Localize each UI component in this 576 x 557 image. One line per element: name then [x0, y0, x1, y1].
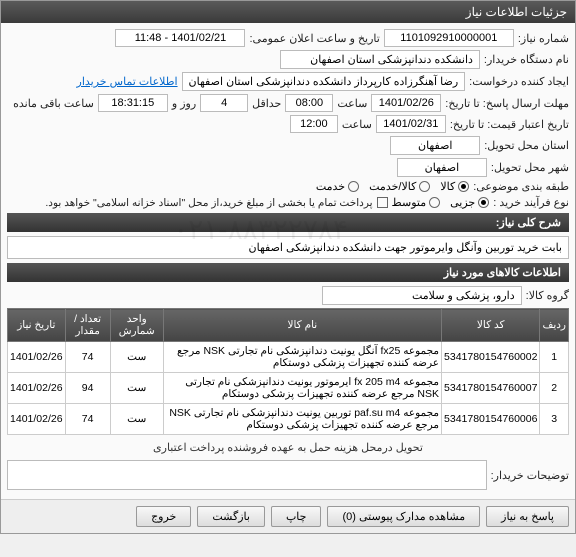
- city-value: اصفهان: [397, 158, 487, 177]
- cell-name: مجموعه fx25 آنگل یونیت دندانپزشکی نام تج…: [163, 342, 441, 373]
- time-label-2: ساعت: [342, 118, 372, 131]
- content-area: شماره نیاز: 1101092910000001 تاریخ و ساع…: [1, 23, 575, 499]
- cell-date: 1401/02/26: [8, 404, 66, 435]
- radio-icon: [429, 197, 440, 208]
- group-value: دارو، پزشکی و سلامت: [322, 286, 522, 305]
- cell-qty: 74: [65, 342, 110, 373]
- proc-radio-group: جزیی متوسط: [392, 196, 490, 209]
- deadline-label: مهلت ارسال پاسخ: تا تاریخ:: [445, 97, 569, 110]
- ann-dt-value: 1401/02/21 - 11:48: [115, 29, 245, 47]
- cell-unit: ست: [110, 342, 163, 373]
- deadline-days-label: حداقل: [252, 97, 281, 110]
- deadline-days: 4: [200, 94, 248, 112]
- window-title: جزئیات اطلاعات نیاز: [1, 1, 575, 23]
- th-qty: تعداد / مقدار: [65, 309, 110, 342]
- th-index: ردیف: [540, 309, 569, 342]
- table-row[interactable]: 25341780154760007مجموعه fx 205 m4 ایرموت…: [8, 373, 569, 404]
- cell-index: 2: [540, 373, 569, 404]
- dialog-window: جزئیات اطلاعات نیاز شماره نیاز: 11010929…: [0, 0, 576, 534]
- cell-name: مجموعه fx 205 m4 ایرموتور یونیت دندانپزش…: [163, 373, 441, 404]
- attachments-button[interactable]: مشاهده مدارک پیوستی (0): [327, 506, 480, 527]
- req-no-value: 1101092910000001: [384, 29, 514, 47]
- back-button[interactable]: بازگشت: [197, 506, 265, 527]
- proc-opt-minor[interactable]: جزیی: [450, 196, 489, 209]
- class-opt-service[interactable]: خدمت: [316, 180, 359, 193]
- th-date: تاریخ نیاز: [8, 309, 66, 342]
- cell-unit: ست: [110, 404, 163, 435]
- creator-label: ایجاد کننده درخواست:: [469, 75, 569, 88]
- proc-label: نوع فرآیند خرید :: [493, 196, 569, 209]
- cell-unit: ست: [110, 373, 163, 404]
- buyer-note-label: توضیحات خریدار:: [491, 469, 569, 482]
- remaining-time: 18:31:15: [98, 94, 168, 112]
- creator-value: رضا آهنگرزاده کارپرداز دانشکده دندانپزشک…: [182, 72, 466, 91]
- ann-dt-label: تاریخ و ساعت اعلان عمومی:: [249, 32, 379, 45]
- radio-icon: [458, 181, 469, 192]
- class-opt-goods-service[interactable]: کالا/خدمت: [369, 180, 430, 193]
- buyer-note-box: [7, 460, 487, 490]
- exit-button[interactable]: خروج: [136, 506, 191, 527]
- class-opt-goods[interactable]: کالا: [440, 180, 469, 193]
- class-label: طبقه بندی موضوعی:: [473, 180, 569, 193]
- buyer-value: دانشکده دندانپزشکی استان اصفهان: [280, 50, 480, 69]
- remaining-after: ساعت باقی مانده: [13, 97, 94, 110]
- treasury-checkbox[interactable]: [377, 197, 388, 208]
- cell-code: 5341780154760007: [442, 373, 540, 404]
- table-header-row: ردیف کد کالا نام کالا واحد شمارش تعداد /…: [8, 309, 569, 342]
- items-table: ردیف کد کالا نام کالا واحد شمارش تعداد /…: [7, 308, 569, 435]
- th-name: نام کالا: [163, 309, 441, 342]
- button-bar: پاسخ به نیاز مشاهده مدارک پیوستی (0) چاپ…: [1, 499, 575, 533]
- time-label-1: ساعت: [337, 97, 367, 110]
- deadline-days-after: روز و: [172, 97, 196, 110]
- cell-code: 5341780154760002: [442, 342, 540, 373]
- city-label: شهر محل تحویل:: [491, 161, 569, 174]
- reply-button[interactable]: پاسخ به نیاز: [486, 506, 569, 527]
- deadline-date: 1401/02/26: [371, 94, 441, 112]
- cell-code: 5341780154760006: [442, 404, 540, 435]
- cell-name: مجموعه paf.su m4 توربین یونیت دندانپزشکی…: [163, 404, 441, 435]
- deadline-time: 08:00: [285, 94, 333, 112]
- loc-value: اصفهان: [390, 136, 480, 155]
- proc-note: پرداخت تمام یا بخشی از مبلغ خرید،از محل …: [45, 197, 372, 209]
- cell-qty: 94: [65, 373, 110, 404]
- items-section-bar: اطلاعات کالاهای مورد نیاز: [7, 263, 569, 282]
- radio-icon: [348, 181, 359, 192]
- group-label: گروه کالا:: [526, 289, 569, 302]
- buyer-note-text: تحویل درمحل هزینه حمل به عهده فروشنده پر…: [7, 441, 569, 454]
- cell-qty: 74: [65, 404, 110, 435]
- cell-date: 1401/02/26: [8, 342, 66, 373]
- valid-date: 1401/02/31: [376, 115, 446, 133]
- desc-title-value: بابت خرید توربین وآنگل وایرموتور جهت دان…: [7, 236, 569, 259]
- cell-index: 3: [540, 404, 569, 435]
- class-radio-group: کالا کالا/خدمت خدمت: [316, 180, 469, 193]
- th-code: کد کالا: [442, 309, 540, 342]
- proc-opt-medium[interactable]: متوسط: [392, 196, 441, 209]
- valid-label: تاریخ اعتبار قیمت: تا تاریخ:: [450, 118, 569, 131]
- table-row[interactable]: 15341780154760002مجموعه fx25 آنگل یونیت …: [8, 342, 569, 373]
- th-unit: واحد شمارش: [110, 309, 163, 342]
- radio-icon: [419, 181, 430, 192]
- cell-index: 1: [540, 342, 569, 373]
- desc-title-label: شرح کلی نیاز:: [7, 213, 569, 232]
- loc-label: استان محل تحویل:: [484, 139, 569, 152]
- req-no-label: شماره نیاز:: [518, 32, 569, 45]
- buyer-label: نام دستگاه خریدار:: [484, 53, 569, 66]
- cell-date: 1401/02/26: [8, 373, 66, 404]
- valid-time: 12:00: [290, 115, 338, 133]
- contact-link[interactable]: اطلاعات تماس خریدار: [77, 75, 178, 88]
- table-row[interactable]: 35341780154760006مجموعه paf.su m4 توربین…: [8, 404, 569, 435]
- radio-icon: [478, 197, 489, 208]
- print-button[interactable]: چاپ: [271, 506, 322, 527]
